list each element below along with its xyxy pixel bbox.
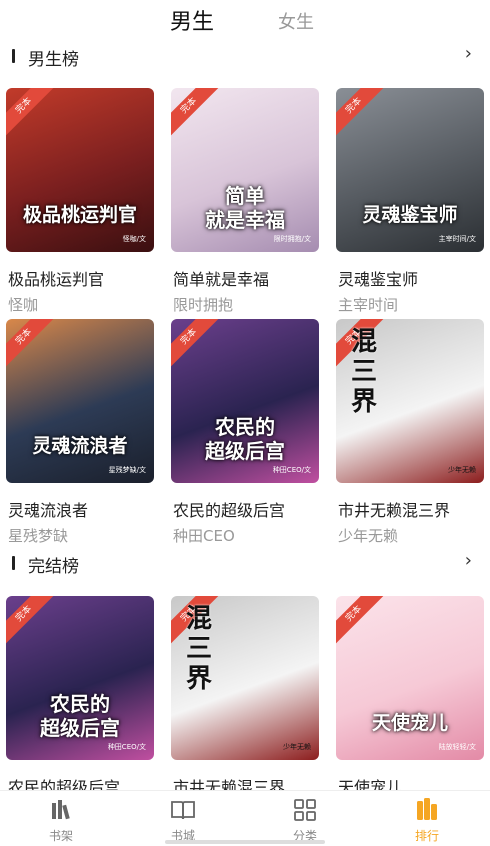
tab-female[interactable]: 女生 (278, 8, 314, 34)
book-cover[interactable]: 完本农民的 超级后宫种田CEO/文 (171, 319, 319, 483)
bookshelf-icon (52, 800, 70, 820)
home-indicator (165, 840, 325, 844)
cover-title-art: 天使宠儿 (371, 712, 448, 734)
section-marker (12, 556, 15, 570)
completed-ribbon: 完本 (6, 596, 58, 648)
cover-author-art: 主宰时间/文 (438, 235, 476, 243)
section-title: 男生榜 (28, 50, 79, 70)
cover-title-art: 农民的 超级后宫 (40, 692, 120, 740)
cover-title-art: 农民的 超级后宫 (205, 415, 285, 463)
completed-ribbon: 完本 (171, 88, 223, 140)
section-header-male-ranking: 男生榜 › (0, 41, 490, 71)
bottom-nav: 书架 书城 分类 排行 (0, 790, 490, 846)
book-cover[interactable]: 完本天使宠儿陆放轻轻/文 (336, 596, 484, 760)
book-author: 怪咖 (8, 296, 39, 314)
nav-item-category[interactable]: 分类 (244, 791, 366, 846)
book-title[interactable]: 灵魂鉴宝师 (338, 266, 418, 290)
nav-label: 排行 (414, 829, 439, 843)
completed-ribbon: 完本 (336, 88, 388, 140)
book-cover[interactable]: 完本简单 就是幸福限时拥抱/文 (171, 88, 319, 252)
nav-label: 书架 (48, 829, 73, 843)
book-cover[interactable]: 完本混 三 界少年无赖 (336, 319, 484, 483)
ranking-icon (417, 798, 437, 820)
book-cover[interactable]: 完本灵魂鉴宝师主宰时间/文 (336, 88, 484, 252)
book-cover[interactable]: 完本混 三 界少年无赖 (171, 596, 319, 760)
chevron-right-icon[interactable]: › (465, 43, 472, 64)
cover-author-art: 怪咖/文 (122, 235, 146, 243)
nav-item-bookshelf[interactable]: 书架 (0, 791, 122, 846)
section-title: 完结榜 (28, 557, 79, 577)
cover-title-art: 简单 就是幸福 (205, 184, 285, 232)
section-marker (12, 49, 15, 63)
book-title[interactable]: 市井无赖混三界 (338, 497, 450, 521)
book-card[interactable]: 完本 灵魂流浪者 星残梦缺/文 灵魂流浪者 星残梦缺 (6, 319, 154, 549)
book-cover[interactable]: 完本极品桃运判官怪咖/文 (6, 88, 154, 252)
book-author: 星残梦缺 (8, 527, 69, 545)
cover-author-art: 陆放轻轻/文 (438, 743, 476, 751)
cover-author-art: 少年无赖 (283, 743, 311, 751)
book-card[interactable]: 完本混 三 界少年无赖 市井无赖混三界 少年无赖 (336, 319, 484, 549)
book-author: 少年无赖 (338, 527, 399, 545)
section-header-completed-ranking: 完结榜 › (0, 548, 490, 578)
book-title[interactable]: 灵魂流浪者 (8, 497, 88, 521)
completed-ribbon: 完本 (171, 319, 223, 371)
tab-male[interactable]: 男生 (170, 4, 214, 36)
cover-author-art: 种田CEO/文 (272, 466, 311, 474)
cover-title-art: 灵魂流浪者 (32, 435, 128, 457)
chevron-right-icon[interactable]: › (465, 550, 472, 571)
cover-author-art: 少年无赖 (448, 466, 476, 474)
book-title[interactable]: 极品桃运判官 (8, 266, 104, 290)
completed-ribbon: 完本 (336, 596, 388, 648)
book-author: 主宰时间 (338, 296, 399, 314)
cover-author-art: 星残梦缺/文 (108, 466, 146, 474)
book-card[interactable]: 完本简单 就是幸福限时拥抱/文简单就是幸福限时拥抱 (171, 88, 319, 318)
cover-author-art: 限时拥抱/文 (273, 235, 311, 243)
book-cover[interactable]: 完本农民的 超级后宫种田CEO/文 (6, 596, 154, 760)
book-author: 种田CEO (173, 527, 235, 545)
cover-title-art: 混 三 界 (350, 327, 377, 417)
book-author: 限时拥抱 (173, 296, 234, 314)
category-grid-icon (294, 799, 316, 821)
open-book-icon (171, 801, 195, 820)
nav-item-bookstore[interactable]: 书城 (122, 791, 244, 846)
cover-title-art: 灵魂鉴宝师 (362, 204, 458, 226)
nav-item-ranking[interactable]: 排行 (366, 791, 488, 846)
book-title[interactable]: 简单就是幸福 (173, 266, 269, 290)
book-card[interactable]: 完本 灵魂鉴宝师 主宰时间/文 灵魂鉴宝师 主宰时间 (336, 88, 484, 318)
gender-tabs: 男生 女生 (0, 0, 490, 36)
completed-ribbon: 完本 (6, 88, 58, 140)
cover-title-art: 混 三 界 (185, 604, 212, 694)
book-cover[interactable]: 完本灵魂流浪者星残梦缺/文 (6, 319, 154, 483)
book-card[interactable]: 完本 极品桃运判官 怪咖/文 极品桃运判官 怪咖 (6, 88, 154, 318)
book-title[interactable]: 农民的超级后宫 (173, 497, 285, 521)
book-card[interactable]: 完本农民的 超级后宫种田CEO/文农民的超级后宫种田CEO (171, 319, 319, 549)
cover-author-art: 种田CEO/文 (107, 743, 146, 751)
cover-title-art: 极品桃运判官 (22, 204, 137, 226)
completed-ribbon: 完本 (6, 319, 58, 371)
